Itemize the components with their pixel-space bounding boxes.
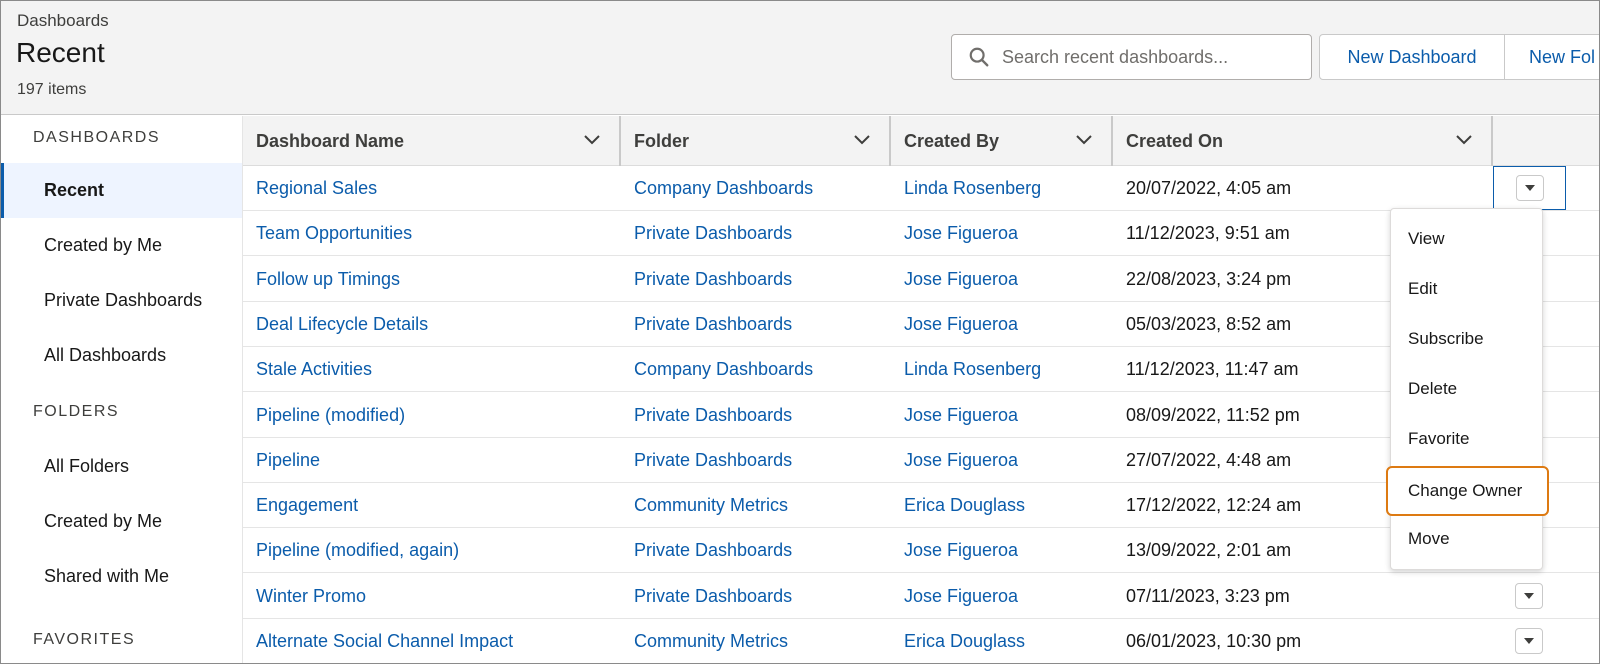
chevron-down-icon[interactable] [583,133,601,147]
new-dashboard-button[interactable]: New Dashboard [1319,34,1505,80]
cell-folder[interactable]: Community Metrics [621,483,788,528]
chevron-down-icon[interactable] [1075,133,1093,147]
cell-folder[interactable]: Private Dashboards [621,211,792,256]
sidebar-item-shared-with-me[interactable]: Shared with Me [1,549,242,604]
cell-dashboard-name[interactable]: Pipeline (modified, again) [243,528,459,573]
column-header-created-on[interactable]: Created On [1113,116,1493,166]
cell-created-by[interactable]: Jose Figueroa [891,302,1018,347]
cell-created-on: 11/12/2023, 9:51 am [1126,223,1290,244]
column-header-dashboard-name[interactable]: Dashboard Name [243,116,621,166]
cell-folder[interactable]: Company Dashboards [621,347,813,392]
column-header-created-by[interactable]: Created By [891,116,1113,166]
caret-down-icon [1524,638,1534,644]
search-input[interactable] [1002,46,1302,68]
cell-folder[interactable]: Community Metrics [621,619,788,663]
sidebar-heading-dashboards: DASHBOARDS [33,129,161,146]
cell-created-by[interactable]: Linda Rosenberg [891,166,1041,211]
sidebar-item-all-folders[interactable]: All Folders [1,439,242,494]
page-title: Recent [16,37,105,68]
breadcrumb[interactable]: Dashboards [17,11,109,31]
cell-created-on: 11/12/2023, 11:47 am [1126,359,1299,380]
cell-folder[interactable]: Private Dashboards [621,574,792,619]
cell-created-by[interactable]: Jose Figueroa [891,211,1018,256]
search-box[interactable] [951,34,1312,80]
cell-folder[interactable]: Private Dashboards [621,438,792,483]
cell-created-on: 27/07/2022, 4:48 am [1126,449,1292,470]
cell-created-on: 20/07/2022, 4:05 am [1126,178,1292,198]
column-header-actions [1493,116,1599,166]
table-row: Alternate Social Channel Impact Community… [243,619,1599,663]
cell-created-by[interactable]: Jose Figueroa [891,528,1018,573]
sidebar-item-folders-created-by-me[interactable]: Created by Me [1,494,242,549]
search-icon [969,47,989,67]
cell-created-by[interactable]: Jose Figueroa [891,574,1018,619]
cell-dashboard-name[interactable]: Winter Promo [243,574,366,619]
sidebar-item-all-dashboards[interactable]: All Dashboards [1,328,242,383]
table-row: Winter Promo Private Dashboards Jose Figue… [243,573,1599,619]
cell-created-by[interactable]: Erica Douglass [891,483,1025,528]
sidebar: DASHBOARDS Recent Created by Me Private … [1,116,243,663]
cell-dashboard-name[interactable]: Stale Activities [243,347,372,392]
cell-dashboard-name[interactable]: Alternate Social Channel Impact [243,619,513,663]
cell-created-by[interactable]: Linda Rosenberg [891,347,1041,392]
row-actions-button[interactable] [1515,628,1543,654]
table-header: Dashboard Name Folder Created By Created… [243,116,1599,166]
menu-item-move[interactable]: Move [1391,519,1544,559]
sidebar-item-recent[interactable]: Recent [1,163,242,218]
cell-dashboard-name[interactable]: Engagement [243,483,358,528]
cell-dashboard-name[interactable]: Follow up Timings [243,257,400,302]
cell-folder[interactable]: Private Dashboards [621,528,792,573]
cell-created-by[interactable]: Jose Figueroa [891,393,1018,438]
page-header: Dashboards Recent 197 items New Dashboar… [1,1,1599,115]
sidebar-item-created-by-me[interactable]: Created by Me [1,218,242,273]
cell-created-by[interactable]: Jose Figueroa [891,438,1018,483]
new-folder-button[interactable]: New Fol [1505,34,1599,80]
cell-created-on: 17/12/2022, 12:24 am [1126,495,1302,516]
cell-dashboard-name[interactable]: Pipeline (modified) [243,393,405,438]
table-row: Regional Sales Company Dashboards Linda Ro… [243,166,1599,211]
cell-created-by[interactable]: Jose Figueroa [891,257,1018,302]
menu-item-subscribe[interactable]: Subscribe [1391,319,1544,359]
menu-item-favorite[interactable]: Favorite [1391,419,1544,459]
item-count: 197 items [17,81,87,98]
caret-down-icon [1524,592,1534,599]
menu-item-delete[interactable]: Delete [1391,369,1544,409]
dashboards-page: Dashboards Recent 197 items New Dashboar… [0,0,1600,664]
cell-dashboard-name[interactable]: Deal Lifecycle Details [243,302,428,347]
cell-created-on: 13/09/2022, 2:01 am [1126,540,1292,561]
cell-folder[interactable]: Private Dashboards [621,257,792,302]
cell-dashboard-name[interactable]: Pipeline [243,438,320,483]
header-actions: New Dashboard New Fol [1319,34,1599,80]
sidebar-heading-folders: FOLDERS [33,403,120,420]
sidebar-heading-favorites: FAVORITES [33,631,136,648]
sidebar-item-private-dashboards[interactable]: Private Dashboards [1,273,242,328]
chevron-down-icon[interactable] [1455,133,1473,147]
cell-created-on: 08/09/2022, 11:52 pm [1126,404,1300,425]
caret-down-icon [1515,175,1544,201]
column-header-folder[interactable]: Folder [621,116,891,166]
cell-created-on: 05/03/2023, 8:52 am [1126,313,1292,334]
cell-created-by[interactable]: Erica Douglass [891,619,1025,663]
cell-dashboard-name[interactable]: Team Opportunities [243,211,412,256]
cell-folder[interactable]: Private Dashboards [621,302,792,347]
cell-dashboard-name[interactable]: Regional Sales [243,166,377,211]
row-actions-menu: View Edit Subscribe Delete Favorite Chan… [1386,208,1549,570]
cell-folder[interactable]: Company Dashboards [621,166,813,211]
cell-created-on: 06/01/2023, 10:30 pm [1126,631,1302,651]
row-actions-button[interactable] [1515,582,1543,609]
menu-item-view[interactable]: View [1391,219,1544,259]
cell-created-on: 22/08/2023, 3:24 pm [1126,268,1292,289]
chevron-down-icon[interactable] [853,133,871,147]
menu-item-edit[interactable]: Edit [1391,269,1544,309]
menu-item-change-owner[interactable]: Change Owner [1386,466,1549,516]
row-actions-button-open[interactable] [1493,166,1566,210]
cell-created-on: 07/11/2023, 3:23 pm [1126,585,1290,606]
cell-folder[interactable]: Private Dashboards [621,393,792,438]
